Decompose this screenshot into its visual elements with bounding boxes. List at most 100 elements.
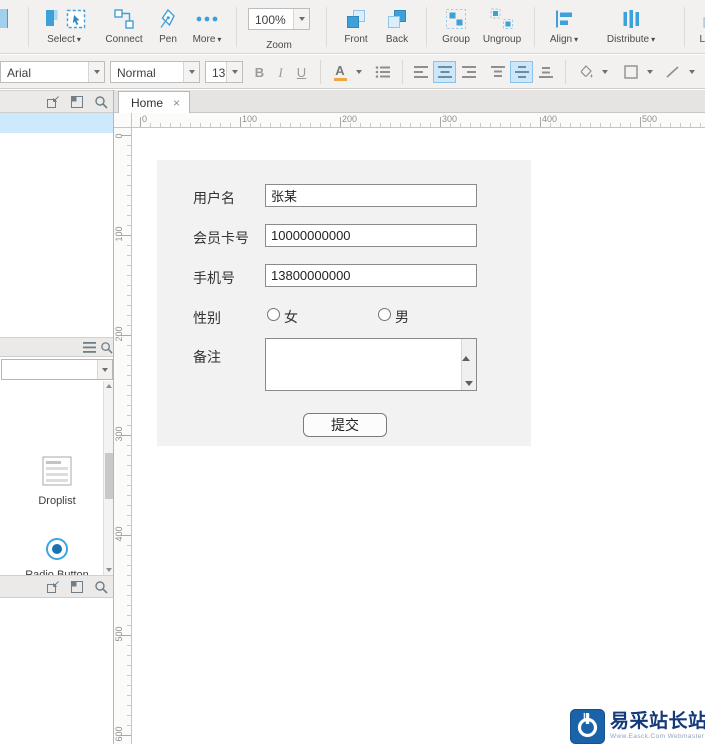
caret-down-icon[interactable] <box>88 62 104 82</box>
more-dots-icon <box>196 16 218 21</box>
toolbar-separator <box>320 60 321 84</box>
add-page-button[interactable] <box>46 95 60 109</box>
radio-female[interactable] <box>267 308 280 321</box>
align-center-button[interactable] <box>433 61 456 83</box>
align-label: Align <box>549 34 573 45</box>
front-label: Front <box>344 34 368 45</box>
caret-down-icon: ▾ <box>217 35 222 44</box>
bring-to-front-button[interactable]: Front <box>336 7 376 45</box>
caret-down-icon[interactable] <box>226 62 242 82</box>
font-color-button[interactable]: A <box>328 61 352 83</box>
masters-panel-header <box>0 575 114 598</box>
username-input[interactable] <box>265 184 477 207</box>
font-color-caret[interactable] <box>353 61 365 83</box>
toolbar-separator <box>565 60 566 84</box>
selected-page-row[interactable] <box>0 113 114 133</box>
align-left-button[interactable] <box>409 61 432 83</box>
notes-textarea[interactable] <box>265 338 477 391</box>
add-master-button[interactable] <box>46 580 60 594</box>
widget-radio-button[interactable] <box>46 538 68 560</box>
border-style-caret[interactable] <box>644 61 656 83</box>
font-family-select[interactable]: Arial <box>0 61 105 83</box>
fill-color-button[interactable] <box>574 61 598 83</box>
connect-label: Connect <box>105 34 143 45</box>
valign-bottom-button[interactable] <box>534 61 557 83</box>
search-pages-button[interactable] <box>94 95 108 109</box>
pen-label: Pen <box>159 34 177 45</box>
toolbar-separator <box>426 7 427 47</box>
submit-button-label: 提交 <box>331 417 359 433</box>
axure-window: Select ▾ Connect Pen More ▾ 100% Zoom Fr… <box>0 0 705 744</box>
ruler-mark: 500 <box>114 626 124 642</box>
caret-down-icon[interactable] <box>183 62 199 82</box>
ruler-mark: 500 <box>642 114 658 124</box>
valign-bottom-icon <box>538 67 553 78</box>
scroll-up-icon[interactable] <box>462 339 470 361</box>
more-tools-button[interactable]: More ▾ <box>186 7 228 45</box>
add-master-folder-button[interactable] <box>70 580 84 594</box>
ruler-mark: 300 <box>114 426 124 442</box>
caret-down-icon[interactable] <box>97 360 112 379</box>
ruler-mark: 300 <box>442 114 458 124</box>
username-label: 用户名 <box>193 190 235 206</box>
watermark-title: 易采站长站 <box>610 711 705 732</box>
pen-tool-button[interactable]: Pen <box>152 7 184 45</box>
radio-male[interactable] <box>378 308 391 321</box>
line-style-caret[interactable] <box>686 61 698 83</box>
ruler-mark: 100 <box>242 114 258 124</box>
libraries-menu-button[interactable] <box>83 342 96 353</box>
valign-top-button[interactable] <box>486 61 509 83</box>
font-style-value: Normal <box>117 66 156 80</box>
toolbar-separator <box>28 7 29 47</box>
font-style-select[interactable]: Normal <box>110 61 200 83</box>
caret-down-icon[interactable] <box>293 9 309 29</box>
italic-button[interactable]: I <box>270 61 291 83</box>
line-style-button[interactable] <box>661 61 685 83</box>
scroll-up-icon[interactable] <box>106 384 112 388</box>
search-icon <box>95 581 108 594</box>
textarea-scrollbar[interactable] <box>461 339 476 390</box>
connect-tool-button[interactable]: Connect <box>100 7 148 45</box>
border-style-button[interactable] <box>619 61 643 83</box>
zoom-select[interactable]: 100% <box>248 8 310 30</box>
scroll-down-icon[interactable] <box>465 381 473 386</box>
ungroup-button[interactable]: Ungroup <box>479 7 525 45</box>
watermark-subtitle: Www.Easck.Com Webmaster <box>610 733 705 740</box>
align-left-icon <box>413 66 428 78</box>
valign-middle-button[interactable] <box>510 61 533 83</box>
lock-button[interactable]: Lock <box>690 7 705 45</box>
underline-button[interactable]: U <box>291 61 312 83</box>
select-label: Select <box>47 34 75 45</box>
ungroup-icon <box>490 8 513 29</box>
phone-input[interactable] <box>265 264 477 287</box>
ruler-mark: 100 <box>114 226 124 242</box>
member-card-input[interactable] <box>265 224 477 247</box>
submit-button[interactable]: 提交 <box>303 413 387 437</box>
group-icon <box>446 8 466 29</box>
pointer-flag-icon <box>45 10 57 26</box>
library-select[interactable] <box>1 359 113 380</box>
font-family-value: Arial <box>7 66 32 80</box>
align-right-button[interactable] <box>457 61 480 83</box>
select-tool-button[interactable]: Select ▾ <box>34 7 94 45</box>
group-button[interactable]: Group <box>436 7 476 45</box>
close-icon[interactable]: × <box>173 97 180 109</box>
scroll-down-icon[interactable] <box>106 568 112 572</box>
search-masters-button[interactable] <box>94 580 108 594</box>
radio-dot-icon <box>52 544 62 554</box>
bullet-list-button[interactable] <box>371 61 395 83</box>
widget-droplist[interactable] <box>42 456 72 486</box>
bold-button[interactable]: B <box>249 61 270 83</box>
search-widgets-button[interactable] <box>100 341 113 354</box>
add-folder-button[interactable] <box>70 95 84 109</box>
vertical-ruler: 0 100 200 300 400 500 600 <box>114 128 132 744</box>
distribute-button[interactable]: Distribute ▾ <box>598 7 664 45</box>
libraries-panel-header <box>0 337 114 357</box>
fill-color-caret[interactable] <box>599 61 611 83</box>
border-square-icon <box>624 65 638 79</box>
font-size-select[interactable]: 13 <box>205 61 243 83</box>
tab-home[interactable]: Home × <box>118 91 191 113</box>
send-to-back-button[interactable]: Back <box>378 7 416 45</box>
valign-top-icon <box>490 66 505 77</box>
align-button[interactable]: Align ▾ <box>542 7 586 45</box>
